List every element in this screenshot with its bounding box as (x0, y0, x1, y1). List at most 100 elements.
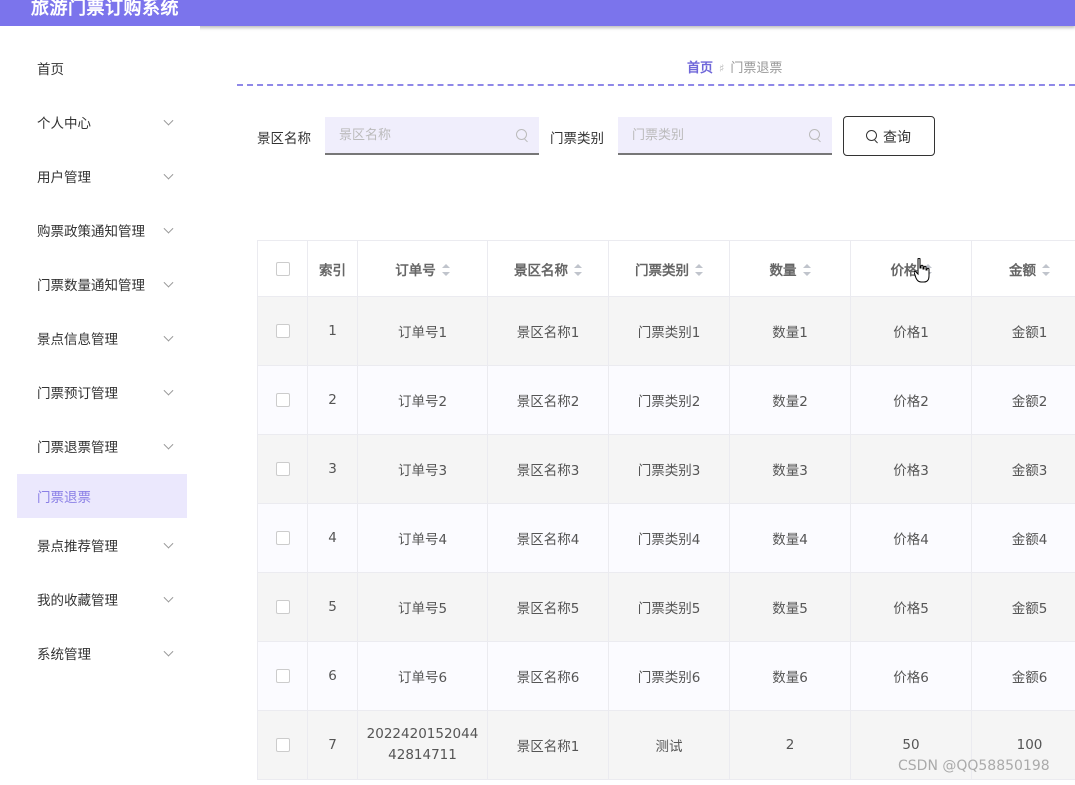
sidebar-item-label: 门票退票管理 (37, 440, 118, 456)
sidebar-item-label: 系统管理 (37, 647, 91, 663)
chevron-down-icon (163, 277, 174, 288)
sidebar-item-system-management[interactable]: 系统管理 (17, 631, 187, 675)
order-no-text: 订单号6 (397, 670, 448, 686)
query-button[interactable]: 查询 (843, 116, 935, 156)
cell-amount: 金额3 (971, 434, 1075, 504)
table-header-row: 索引 订单号 景区名称 门票类别 数量 价格 金额 (257, 240, 1075, 297)
breadcrumb-divider (237, 84, 1075, 86)
chevron-down-icon (163, 538, 174, 549)
cell-amount: 金额6 (971, 641, 1075, 711)
order-no-text: 订单号2 (397, 394, 448, 410)
row-checkbox-cell (257, 434, 308, 504)
row-checkbox-cell (257, 710, 308, 780)
sidebar-item-recommendation[interactable]: 景点推荐管理 (17, 523, 187, 567)
header-label: 订单号 (395, 262, 436, 279)
cell-scenic-name: 景区名称1 (487, 296, 609, 366)
cell-scenic-name: 景区名称6 (487, 641, 609, 711)
header-price[interactable]: 价格 (850, 240, 972, 297)
sidebar-item-ticket-quantity[interactable]: 门票数量通知管理 (17, 262, 187, 306)
table-row[interactable]: 1 订单号1 景区名称1 门票类别1 数量1 价格1 金额1 (257, 296, 1075, 366)
row-checkbox[interactable] (275, 738, 290, 752)
sidebar-item-home[interactable]: 首页 (17, 46, 187, 90)
sidebar-item-label: 购票政策通知管理 (37, 224, 145, 240)
cell-order-no: 订单号3 (357, 434, 488, 504)
order-no-text: 订单号5 (397, 601, 448, 617)
cell-scenic-name: 景区名称3 (487, 434, 609, 504)
sidebar-item-user-management[interactable]: 用户管理 (17, 154, 187, 198)
breadcrumb-home-link[interactable]: 首页 (687, 61, 713, 76)
watermark: CSDN @QQ58850198 (898, 758, 1050, 774)
chevron-down-icon (163, 439, 174, 450)
cell-price: 价格5 (850, 572, 972, 642)
cell-quantity: 数量1 (729, 296, 851, 366)
header-label: 索引 (319, 262, 346, 279)
row-checkbox[interactable] (275, 669, 290, 683)
sort-icon[interactable] (1042, 263, 1050, 276)
header-amount[interactable]: 金额 (971, 240, 1075, 297)
header-scenic-name[interactable]: 景区名称 (487, 240, 609, 297)
header-order-no[interactable]: 订单号 (357, 240, 488, 297)
cell-amount: 金额1 (971, 296, 1075, 366)
sidebar-item-ticket-policy[interactable]: 购票政策通知管理 (17, 208, 187, 252)
sidebar-item-label: 景点推荐管理 (37, 539, 118, 555)
table-row[interactable]: 3 订单号3 景区名称3 门票类别3 数量3 价格3 金额3 (257, 434, 1075, 504)
cell-price: 价格2 (850, 365, 972, 435)
scenic-name-input[interactable] (325, 117, 539, 153)
sidebar-menu: 首页 个人中心 用户管理 购票政策通知管理 门票数量通知管理 景点信息管理 门票… (0, 26, 200, 785)
sidebar-item-booking-management[interactable]: 门票预订管理 (17, 370, 187, 414)
ticket-category-label: 门票类别 (550, 131, 604, 147)
chevron-down-icon (163, 646, 174, 657)
header-ticket-category[interactable]: 门票类别 (608, 240, 730, 297)
cell-quantity: 数量5 (729, 572, 851, 642)
cell-quantity: 数量3 (729, 434, 851, 504)
table-row[interactable]: 6 订单号6 景区名称6 门票类别6 数量6 价格6 金额6 (257, 641, 1075, 711)
cell-ticket-category: 门票类别2 (608, 365, 730, 435)
header-select-all-cell (257, 240, 308, 297)
cell-index: 5 (307, 572, 358, 642)
row-checkbox[interactable] (275, 393, 290, 407)
chevron-down-icon (163, 169, 174, 180)
sidebar-item-label: 景点信息管理 (37, 332, 118, 348)
cell-quantity: 数量4 (729, 503, 851, 573)
sidebar-subitem-ticket-refund[interactable]: 门票退票 (17, 474, 187, 518)
cell-quantity: 2 (729, 710, 851, 780)
cell-index: 6 (307, 641, 358, 711)
ticket-category-input[interactable] (618, 117, 832, 153)
cell-order-no: 订单号1 (357, 296, 488, 366)
row-checkbox[interactable] (275, 462, 290, 476)
cell-scenic-name: 景区名称5 (487, 572, 609, 642)
table-row[interactable]: 4 订单号4 景区名称4 门票类别4 数量4 价格4 金额4 (257, 503, 1075, 573)
sort-icon[interactable] (802, 263, 811, 276)
chevron-down-icon (163, 223, 174, 234)
cell-ticket-category: 门票类别5 (608, 572, 730, 642)
cell-order-no: 订单号2 (357, 365, 488, 435)
header-label: 金额 (1009, 262, 1036, 279)
sidebar-item-label: 门票预订管理 (37, 386, 118, 402)
sidebar-item-refund-management[interactable]: 门票退票管理 (17, 424, 187, 468)
cell-scenic-name: 景区名称2 (487, 365, 609, 435)
row-checkbox[interactable] (275, 324, 290, 338)
cell-ticket-category: 测试 (608, 710, 730, 780)
row-checkbox-cell (257, 296, 308, 366)
breadcrumb: 首页 ♯ 门票退票 (687, 57, 782, 76)
cell-ticket-category: 门票类别1 (608, 296, 730, 366)
sidebar-item-favorites[interactable]: 我的收藏管理 (17, 577, 187, 621)
header-quantity[interactable]: 数量 (729, 240, 851, 297)
sort-icon[interactable] (441, 263, 450, 276)
search-icon (866, 130, 877, 141)
cell-amount: 金额4 (971, 503, 1075, 573)
cell-ticket-category: 门票类别3 (608, 434, 730, 504)
sort-icon[interactable] (695, 263, 703, 276)
row-checkbox[interactable] (275, 531, 290, 545)
cell-amount: 金额5 (971, 572, 1075, 642)
select-all-checkbox[interactable] (275, 261, 290, 276)
cell-price: 价格3 (850, 434, 972, 504)
table-row[interactable]: 5 订单号5 景区名称5 门票类别5 数量5 价格5 金额5 (257, 572, 1075, 642)
sidebar-item-attraction-info[interactable]: 景点信息管理 (17, 316, 187, 360)
row-checkbox[interactable] (275, 600, 290, 614)
sidebar-item-personal-center[interactable]: 个人中心 (17, 100, 187, 144)
sort-icon[interactable] (574, 263, 582, 276)
cell-scenic-name: 景区名称4 (487, 503, 609, 573)
table-row[interactable]: 2 订单号2 景区名称2 门票类别2 数量2 价格2 金额2 (257, 365, 1075, 435)
top-header-bar: 旅游门票订购系统 (0, 0, 1075, 26)
